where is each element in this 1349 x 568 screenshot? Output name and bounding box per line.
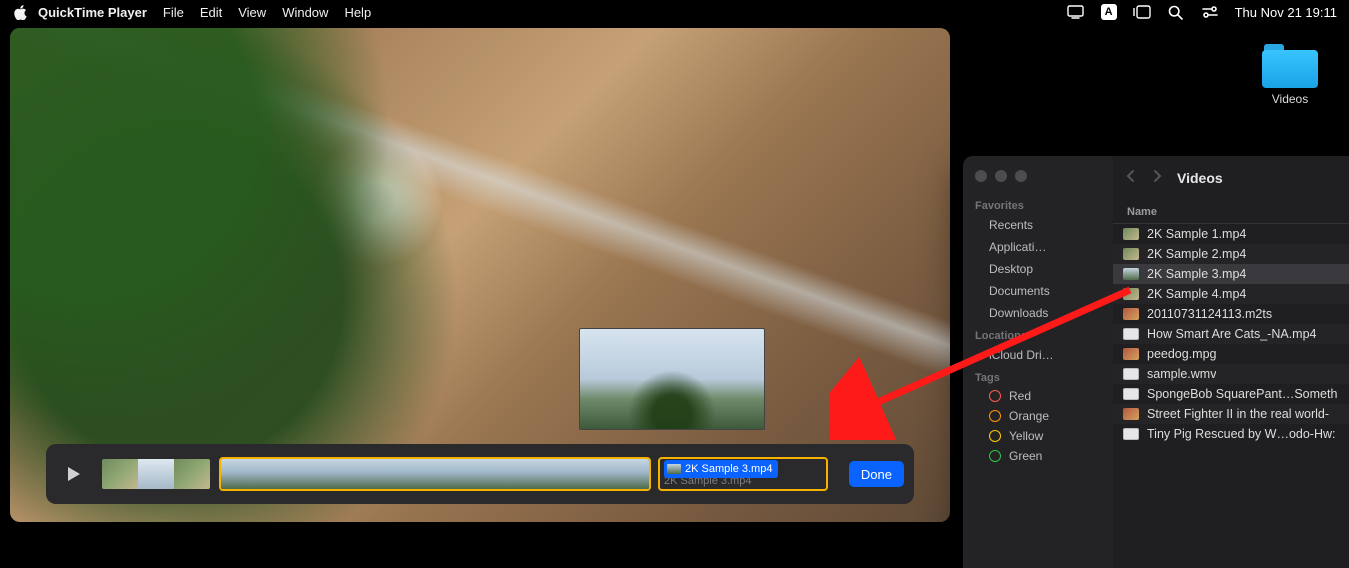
file-name: How Smart Are Cats_-NA.mp4: [1147, 327, 1317, 341]
sidebar-item-icloud[interactable]: iCloud Dri…: [963, 344, 1113, 366]
folder-icon: [1262, 44, 1318, 88]
sidebar-section-favorites: Favorites: [963, 194, 1113, 214]
clip-strip[interactable]: 2K Sample 3.mp4 2K Sample 3.mp4: [100, 457, 828, 491]
close-icon[interactable]: [975, 170, 987, 182]
nav-back-button[interactable]: [1125, 169, 1137, 188]
sidebar-tag-orange[interactable]: Orange: [963, 406, 1113, 426]
done-button[interactable]: Done: [849, 461, 904, 487]
file-icon: [1123, 348, 1139, 360]
finder-window[interactable]: Favorites Recents Applicati… Desktop Doc…: [963, 156, 1349, 568]
sidebar-tag-yellow[interactable]: Yellow: [963, 426, 1113, 446]
file-row[interactable]: 2K Sample 3.mp4: [1113, 264, 1349, 284]
dragged-file-name: 2K Sample 3.mp4: [685, 463, 772, 475]
minimize-icon[interactable]: [995, 170, 1007, 182]
zoom-icon[interactable]: [1015, 170, 1027, 182]
stage-manager-icon[interactable]: [1133, 3, 1151, 21]
clip-1[interactable]: [100, 457, 212, 491]
input-source-badge[interactable]: A: [1101, 4, 1117, 20]
file-name: Street Fighter II in the real world-: [1147, 407, 1329, 421]
app-name[interactable]: QuickTime Player: [38, 5, 147, 20]
clip-timeline-hud: 2K Sample 3.mp4 2K Sample 3.mp4 Done: [46, 444, 914, 504]
file-row[interactable]: 2K Sample 2.mp4: [1113, 244, 1349, 264]
file-name: 20110731124113.m2ts: [1147, 307, 1272, 321]
file-name: 2K Sample 2.mp4: [1147, 247, 1246, 261]
sidebar-item-applications[interactable]: Applicati…: [963, 236, 1113, 258]
file-icon: [1123, 428, 1139, 440]
file-icon: [1123, 388, 1139, 400]
sidebar-item-documents[interactable]: Documents: [963, 280, 1113, 302]
nav-forward-button[interactable]: [1151, 169, 1163, 188]
file-row[interactable]: Street Fighter II in the real world-: [1113, 404, 1349, 424]
file-row[interactable]: 2K Sample 1.mp4: [1113, 224, 1349, 244]
menubar: QuickTime Player File Edit View Window H…: [0, 0, 1349, 24]
finder-title: Videos: [1177, 170, 1223, 186]
file-thumb-icon: [667, 464, 681, 474]
column-header-name[interactable]: Name: [1113, 200, 1349, 224]
screen-mirroring-icon[interactable]: [1067, 3, 1085, 21]
sidebar-tag-green[interactable]: Green: [963, 446, 1113, 466]
finder-main: Videos Name 2K Sample 1.mp4 2K Sample 2.m…: [1113, 156, 1349, 568]
file-row[interactable]: 2K Sample 4.mp4: [1113, 284, 1349, 304]
file-name: 2K Sample 3.mp4: [1147, 267, 1246, 281]
sidebar-item-desktop[interactable]: Desktop: [963, 258, 1113, 280]
file-name: Tiny Pig Rescued by W…odo-Hw:: [1147, 427, 1336, 441]
menu-view[interactable]: View: [238, 5, 266, 20]
file-name: peedog.mpg: [1147, 347, 1217, 361]
file-icon: [1123, 328, 1139, 340]
file-icon: [1123, 368, 1139, 380]
sidebar-item-recents[interactable]: Recents: [963, 214, 1113, 236]
sidebar-tag-red[interactable]: Red: [963, 386, 1113, 406]
file-icon: [1123, 408, 1139, 420]
menu-help[interactable]: Help: [344, 5, 371, 20]
window-controls[interactable]: [963, 166, 1113, 194]
file-row[interactable]: Tiny Pig Rescued by W…odo-Hw:: [1113, 424, 1349, 444]
file-row[interactable]: sample.wmv: [1113, 364, 1349, 384]
spotlight-search-icon[interactable]: [1167, 3, 1185, 21]
file-icon: [1123, 248, 1139, 260]
file-icon: [1123, 268, 1139, 280]
clip-drop-target[interactable]: 2K Sample 3.mp4 2K Sample 3.mp4: [658, 457, 828, 491]
apple-menu[interactable]: [12, 5, 28, 20]
sidebar-section-tags: Tags: [963, 366, 1113, 386]
menu-window[interactable]: Window: [282, 5, 328, 20]
file-name: 2K Sample 1.mp4: [1147, 227, 1246, 241]
file-icon: [1123, 288, 1139, 300]
desktop-folder-videos[interactable]: Videos: [1254, 44, 1326, 106]
file-name: SpongeBob SquarePant…Someth: [1147, 387, 1337, 401]
sidebar-section-locations: Locations: [963, 324, 1113, 344]
file-row[interactable]: SpongeBob SquarePant…Someth: [1113, 384, 1349, 404]
clip-preview-thumbnail: [579, 328, 765, 430]
clip-2-selected[interactable]: [219, 457, 651, 491]
menubar-clock[interactable]: Thu Nov 21 19:11: [1235, 5, 1337, 20]
menu-file[interactable]: File: [163, 5, 184, 20]
quicktime-window[interactable]: 2K Sample 3.mp4 2K Sample 3.mp4 Done: [10, 28, 950, 522]
sidebar-item-downloads[interactable]: Downloads: [963, 302, 1113, 324]
menu-edit[interactable]: Edit: [200, 5, 222, 20]
file-icon: [1123, 308, 1139, 320]
finder-file-list[interactable]: 2K Sample 1.mp4 2K Sample 2.mp4 2K Sample …: [1113, 224, 1349, 568]
file-name: sample.wmv: [1147, 367, 1216, 381]
control-center-icon[interactable]: [1201, 3, 1219, 21]
file-icon: [1123, 228, 1139, 240]
finder-toolbar: Videos: [1113, 156, 1349, 200]
file-row[interactable]: How Smart Are Cats_-NA.mp4: [1113, 324, 1349, 344]
desktop-folder-label: Videos: [1254, 92, 1326, 106]
file-name: 2K Sample 4.mp4: [1147, 287, 1246, 301]
dragged-file-chip[interactable]: 2K Sample 3.mp4: [664, 460, 778, 478]
file-row[interactable]: peedog.mpg: [1113, 344, 1349, 364]
play-button[interactable]: [56, 457, 90, 491]
finder-sidebar: Favorites Recents Applicati… Desktop Doc…: [963, 156, 1113, 568]
file-row[interactable]: 20110731124113.m2ts: [1113, 304, 1349, 324]
